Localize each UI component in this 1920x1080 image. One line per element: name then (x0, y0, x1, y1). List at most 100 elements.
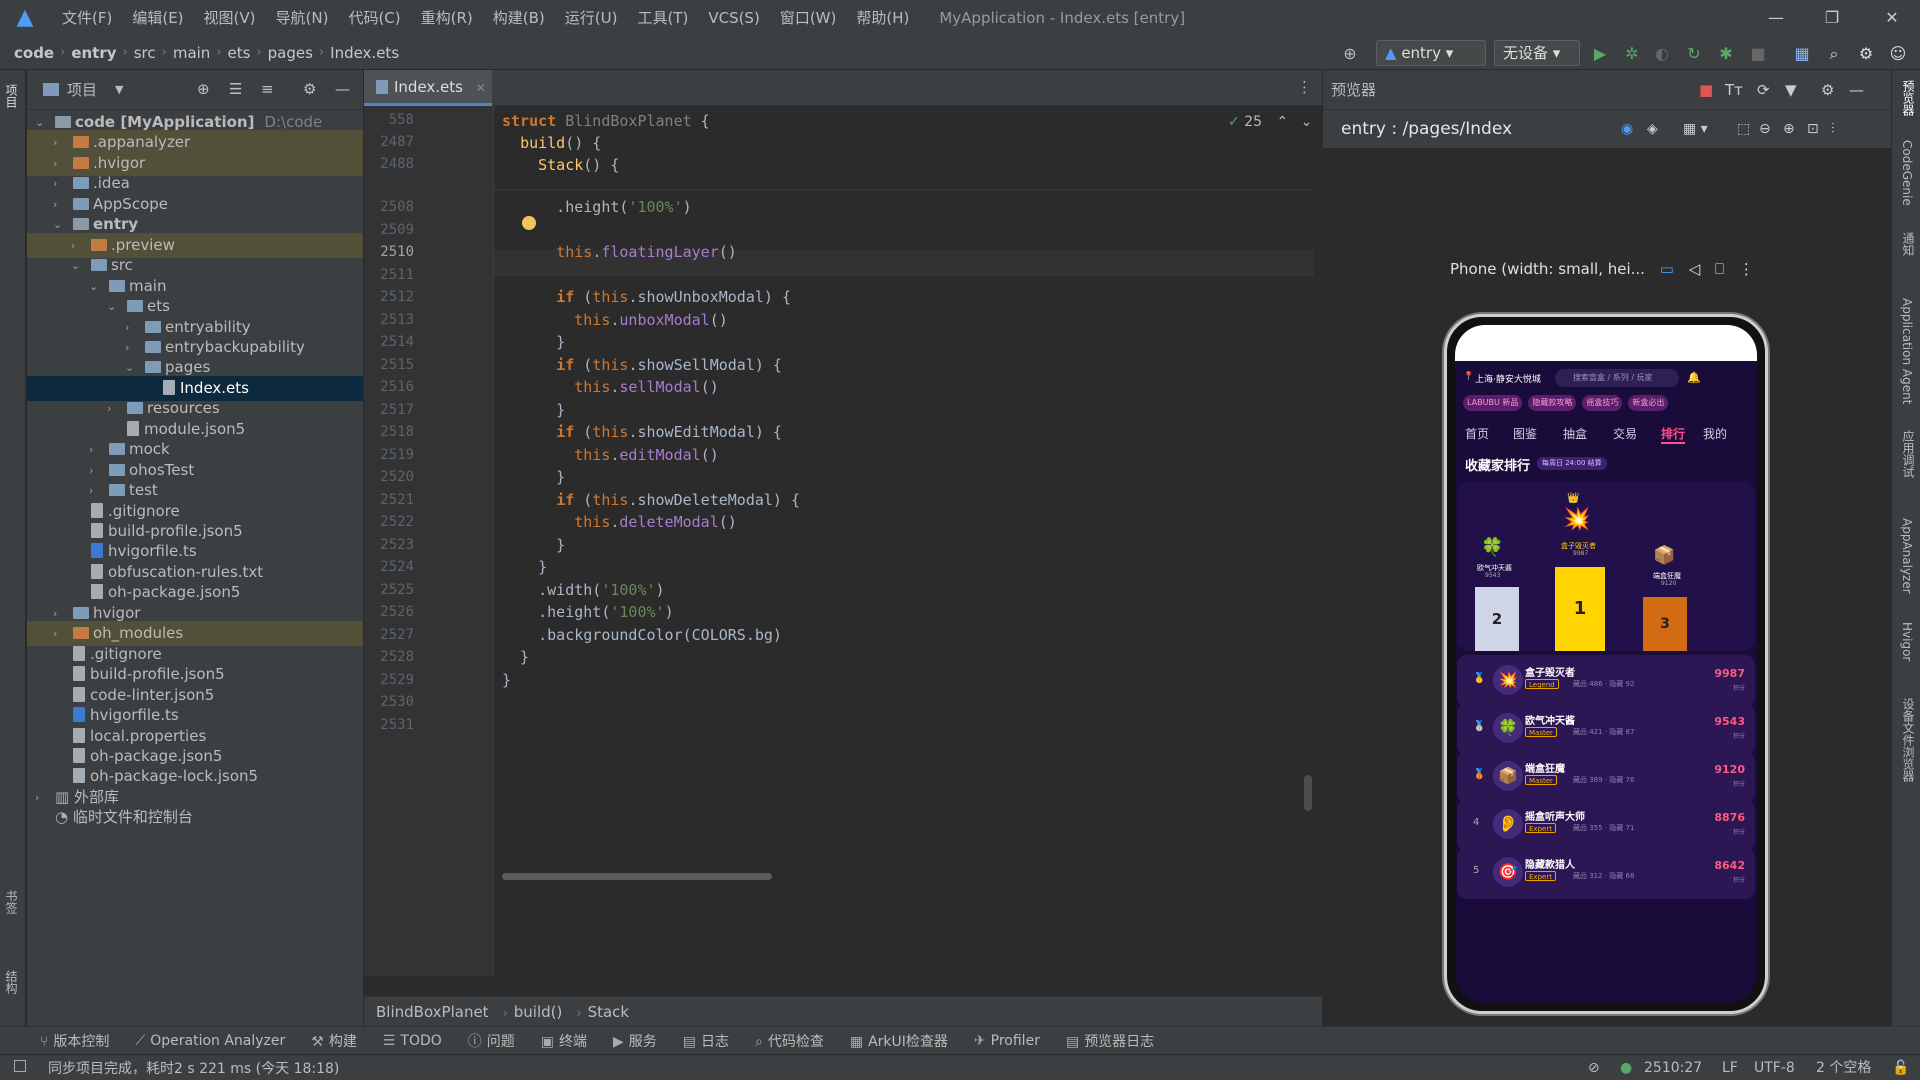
fit-icon[interactable]: ⊡ (1807, 110, 1819, 148)
breadcrumb-item[interactable]: entry (71, 44, 116, 62)
bottom-tool-button[interactable]: ▦ ArkUI检查器 (850, 1031, 948, 1051)
bottom-tool-button[interactable]: ▣ 终端 (541, 1031, 587, 1051)
code-line[interactable]: if (this.showSellModal) { (502, 356, 782, 374)
right-tool-tab[interactable]: CodeGenie (1900, 140, 1914, 206)
code-line[interactable]: } (502, 536, 565, 554)
debug-icon[interactable]: ✲ (1620, 42, 1644, 66)
sticky-code-line[interactable]: Stack() { (502, 156, 619, 174)
font-size-icon[interactable]: Tт (1725, 70, 1743, 110)
gear-icon[interactable]: ⚙ (303, 80, 316, 98)
code-line[interactable]: if (this.showEditModal) { (502, 423, 782, 441)
chevron-down-icon[interactable]: ▼ (115, 83, 123, 96)
code-line[interactable]: .backgroundColor(COLORS.bg) (502, 626, 782, 644)
ranking-row[interactable]: 🥉 📦 端盒狂魔 Master 藏品 389 · 隐藏 76 9120 积分 (1457, 751, 1755, 803)
code-line[interactable]: if (this.showUnboxModal) { (502, 288, 791, 306)
right-tool-tab[interactable]: 应用调试 (1900, 430, 1917, 478)
refresh-icon[interactable]: ⟳ (1757, 70, 1770, 110)
run-icon[interactable]: ▶ (1588, 42, 1612, 66)
code-line[interactable]: this.floatingLayer() (502, 243, 737, 261)
profile-icon[interactable]: ✱ (1714, 42, 1738, 66)
app-tab[interactable]: 交易 (1613, 425, 1637, 442)
close-tab-icon[interactable]: ✕ (476, 81, 486, 95)
app-tab[interactable]: 我的 (1703, 425, 1727, 442)
tab-index-ets[interactable]: Index.ets ✕ (364, 70, 492, 106)
device-select[interactable]: 无设备 ▾ (1494, 40, 1580, 66)
tag-chip[interactable]: 摇盒技巧 (1582, 395, 1623, 411)
menu-item[interactable]: 重构(R) (411, 0, 483, 36)
horizontal-scrollbar[interactable] (494, 871, 1314, 881)
right-tool-tab[interactable]: 通知 (1900, 232, 1917, 256)
ranking-row[interactable]: 5 🎯 隐藏款猎人 Expert 藏品 312 · 隐藏 68 8642 积分 (1457, 847, 1755, 899)
code-breadcrumb-item[interactable]: Stack (588, 1003, 630, 1021)
left-tab-structure[interactable]: 结构 (3, 970, 20, 994)
ranking-row[interactable]: 4 👂 摇盒听声大师 Expert 藏品 355 · 隐藏 71 8876 积分 (1457, 799, 1755, 851)
line-separator[interactable]: LF (1722, 1055, 1738, 1080)
ranking-row[interactable]: 🥈 🍀 欧气冲天酱 Master 藏品 421 · 隐藏 87 9543 积分 (1457, 703, 1755, 755)
bottom-tool-button[interactable]: ⑂ 版本控制 (40, 1031, 109, 1051)
bottom-tool-button[interactable]: ▶ 服务 (613, 1031, 657, 1051)
breadcrumb-item[interactable]: pages (268, 44, 313, 62)
menu-item[interactable]: 导航(N) (266, 0, 339, 36)
bottom-tool-button[interactable]: ⌕ 代码检查 (755, 1031, 824, 1051)
code-line[interactable]: } (502, 333, 565, 351)
settings-icon[interactable]: ⚙ (1854, 42, 1878, 66)
stop-preview-icon[interactable]: ■ (1699, 70, 1713, 110)
app-search[interactable]: 搜索盲盒 / 系列 / 玩家 (1555, 369, 1679, 387)
minimize-button[interactable]: — (1748, 0, 1804, 36)
close-window-button[interactable]: ✕ (1864, 0, 1920, 36)
code-line[interactable]: this.deleteModal() (502, 513, 737, 531)
tag-chip[interactable]: LABUBU 新品 (1463, 395, 1523, 411)
app-location[interactable]: 上海·静安大悦城 (1475, 372, 1541, 385)
right-tool-tab[interactable]: AppAnalyzer (1900, 518, 1914, 594)
search-icon[interactable]: ⌕ (1822, 42, 1846, 66)
code-line[interactable]: this.unboxModal() (502, 311, 728, 329)
code-line[interactable]: .height('100%') (502, 198, 691, 216)
gear-icon[interactable]: ⚙ (1821, 70, 1834, 110)
more-icon[interactable]: ⋮ (1739, 260, 1754, 278)
phone-screen[interactable]: 📍 上海·静安大悦城 搜索盲盒 / 系列 / 玩家 🔔 LABUBU 新品 隐藏款… (1455, 325, 1757, 1003)
code-line[interactable]: } (502, 671, 511, 689)
bell-icon[interactable]: 🔔 (1687, 371, 1701, 384)
tree-item[interactable]: ◔ 临时文件和控制台 (27, 805, 363, 830)
zoom-out-icon[interactable]: ⊖ (1759, 110, 1771, 148)
inspect-icon[interactable]: ◉ (1621, 110, 1633, 148)
app-tab[interactable]: 首页 (1465, 425, 1489, 442)
restore-button[interactable]: ❐ (1804, 0, 1860, 36)
breadcrumb-item[interactable]: Index.ets (330, 44, 399, 62)
left-tab-project[interactable]: 项目 (3, 84, 20, 108)
app-tab[interactable]: 抽盒 (1563, 425, 1587, 442)
left-tab-bookmarks[interactable]: 书签 (3, 890, 20, 914)
locate-icon[interactable]: ⊕ (197, 80, 210, 98)
menu-item[interactable]: 代码(C) (338, 0, 410, 36)
expand-all-icon[interactable]: ☰ (229, 80, 242, 98)
menu-item[interactable]: 帮助(H) (846, 0, 919, 36)
menu-item[interactable]: VCS(S) (698, 0, 769, 36)
right-tool-tab[interactable]: Hvigor (1900, 622, 1914, 661)
breadcrumb-item[interactable]: ets (228, 44, 251, 62)
ruler-icon[interactable]: ⫶ (1831, 110, 1835, 148)
breadcrumb-item[interactable]: main (173, 44, 210, 62)
breadcrumb-item[interactable]: src (134, 44, 156, 62)
attach-icon[interactable]: ◐ (1650, 42, 1674, 66)
more-tabs-icon[interactable]: ⋮ (1297, 78, 1312, 96)
code-line[interactable]: this.sellModal() (502, 378, 719, 396)
sticky-code-line[interactable]: build() { (502, 134, 601, 152)
run-config-select[interactable]: ▲ entry ▾ (1376, 40, 1486, 66)
tag-chip[interactable]: 隐藏款攻略 (1528, 395, 1577, 411)
menu-item[interactable]: 窗口(W) (770, 0, 847, 36)
stop-icon[interactable]: ■ (1746, 42, 1770, 66)
file-encoding[interactable]: UTF-8 (1754, 1055, 1795, 1080)
bottom-tool-button[interactable]: ⟋ Operation Analyzer (135, 1033, 285, 1049)
zoom-in-icon[interactable]: ⊕ (1783, 110, 1795, 148)
code-line[interactable]: } (502, 648, 529, 666)
hide-panel-icon[interactable]: — (335, 80, 350, 98)
menu-item[interactable]: 视图(V) (194, 0, 266, 36)
right-tool-tab[interactable]: Application Agent (1900, 298, 1914, 404)
collapse-all-icon[interactable]: ≡ (261, 80, 274, 98)
project-panel-title[interactable]: 项目 (67, 79, 97, 100)
grid-icon[interactable]: ▦ ▾ (1683, 110, 1708, 148)
vertical-scrollbar[interactable] (1304, 775, 1312, 811)
menu-item[interactable]: 工具(T) (627, 0, 698, 36)
code-line[interactable]: .width('100%') (502, 581, 664, 599)
hide-panel-icon[interactable]: — (1849, 70, 1864, 110)
